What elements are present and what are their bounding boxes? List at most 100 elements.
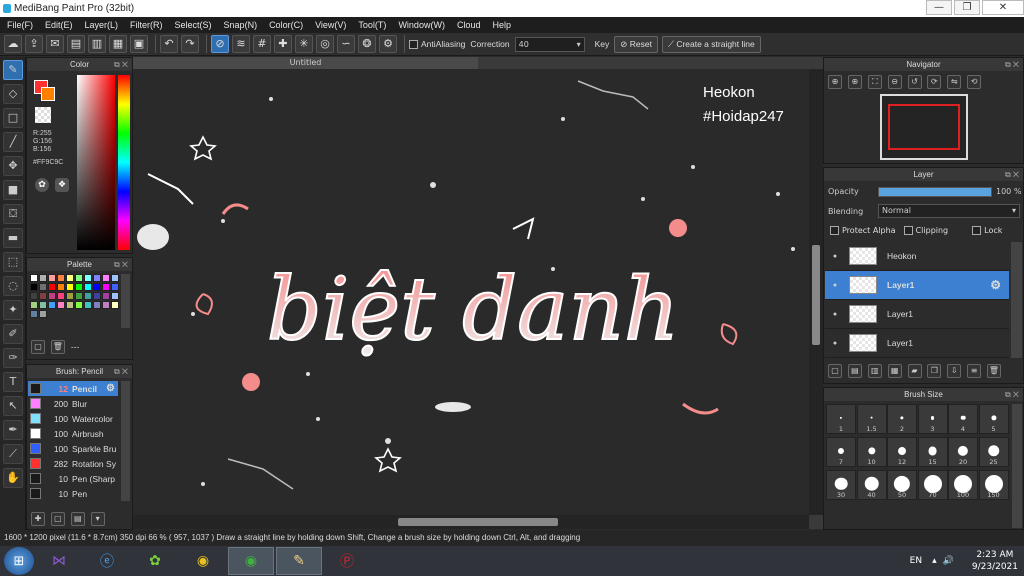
panel-popout-icon[interactable]: ⧉ ✕ xyxy=(1005,168,1019,181)
palette-swatch[interactable] xyxy=(102,283,110,291)
new-folder-icon[interactable]: ▰ xyxy=(907,364,922,378)
panel-popout-icon[interactable]: ⧉ ✕ xyxy=(114,365,128,378)
palette-swatch[interactable] xyxy=(39,274,47,282)
layer-properties-icon[interactable]: ≡ xyxy=(967,364,982,378)
brush-size-cell[interactable]: 40 xyxy=(856,470,887,500)
page-icon[interactable]: ▤ xyxy=(67,35,85,53)
rectangle-tool-icon[interactable]: □ xyxy=(3,108,23,128)
menu-cloud[interactable]: Cloud xyxy=(457,20,481,30)
internet-explorer-taskbar-icon[interactable]: ⓔ xyxy=(84,547,130,575)
lasso-tool-icon[interactable]: ◌ xyxy=(3,276,23,296)
medibang-taskbar-icon[interactable]: ✎ xyxy=(276,547,322,575)
brush-item[interactable]: 10 Pen (Sharp xyxy=(28,471,118,486)
divide-tool-icon[interactable]: ⟋ xyxy=(3,444,23,464)
reset-view-icon[interactable]: ⟲ xyxy=(967,75,982,89)
palette-swatch[interactable] xyxy=(102,292,110,300)
brush-size-cell[interactable]: 4 xyxy=(948,404,978,434)
color-wheel-icon[interactable]: ✿ xyxy=(35,178,49,192)
panel-popout-icon[interactable]: ⧉ ✕ xyxy=(114,58,128,71)
dot-tool-icon[interactable]: ╱ xyxy=(3,132,23,152)
palette-swatch[interactable] xyxy=(66,274,74,282)
magic-wand-tool-icon[interactable]: ✦ xyxy=(3,300,23,320)
brush-size-cell[interactable]: 3 xyxy=(917,404,948,434)
menu-filter[interactable]: Filter(R) xyxy=(130,20,163,30)
palette-swatch[interactable] xyxy=(75,301,83,309)
add-brush-icon[interactable]: ✚ xyxy=(31,512,45,526)
snap-concentric-icon[interactable]: ❂ xyxy=(358,35,376,53)
brush-size-cell[interactable]: 1.5 xyxy=(856,404,887,434)
menu-file[interactable]: File(F) xyxy=(7,20,33,30)
brush-size-cell[interactable]: 2 xyxy=(887,404,917,434)
pinterest-taskbar-icon[interactable]: Ⓟ xyxy=(324,547,370,575)
palette-swatch[interactable] xyxy=(66,301,74,309)
palette-swatch[interactable] xyxy=(66,292,74,300)
tray-arrow-icon[interactable]: ▴ xyxy=(932,556,937,566)
brush-size-cell[interactable]: 15 xyxy=(917,437,948,467)
horizontal-scroll-thumb[interactable] xyxy=(398,518,558,526)
cloud-icon[interactable]: ☁ xyxy=(4,35,22,53)
menu-snap[interactable]: Snap(N) xyxy=(224,20,258,30)
brush-size-scrollbar[interactable] xyxy=(1012,404,1022,528)
eraser-tool-icon[interactable]: ◇ xyxy=(3,84,23,104)
select-pen-tool-icon[interactable]: ✐ xyxy=(3,324,23,344)
brush-size-cell[interactable]: 30 xyxy=(826,470,856,500)
brush-size-cell[interactable]: 10 xyxy=(856,437,887,467)
new-8bit-layer-icon[interactable]: ▥ xyxy=(867,364,882,378)
panel-popout-icon[interactable]: ⧉ ✕ xyxy=(114,258,128,271)
brush-size-cell[interactable]: 100 xyxy=(948,470,978,500)
duplicate-layer-icon[interactable]: ❐ xyxy=(927,364,942,378)
palette-swatch[interactable] xyxy=(84,301,92,309)
brush-item[interactable]: 200 Blur xyxy=(28,396,118,411)
brush-item[interactable]: 282 Rotation Sy xyxy=(28,456,118,471)
visibility-icon[interactable]: ● xyxy=(825,253,845,260)
palette-swatch[interactable] xyxy=(93,283,101,291)
storyboard-icon[interactable]: ▦ xyxy=(109,35,127,53)
brush-size-cell[interactable]: 50 xyxy=(887,470,917,500)
zoom-out-icon[interactable]: ⊖ xyxy=(887,75,902,89)
brush-size-cell[interactable]: 5 xyxy=(978,404,1009,434)
vertical-scroll-thumb[interactable] xyxy=(812,245,820,345)
menu-color[interactable]: Color(C) xyxy=(269,20,303,30)
blending-select[interactable]: Normal ▾ xyxy=(878,204,1020,218)
palette-swatch[interactable] xyxy=(84,292,92,300)
layer-row[interactable]: ● Layer1 xyxy=(825,329,1009,358)
navigator-preview[interactable] xyxy=(880,94,968,160)
palette-swatch[interactable] xyxy=(39,301,47,309)
brush-size-cell[interactable]: 70 xyxy=(917,470,948,500)
layer-row[interactable]: ● Layer1 ⚙ xyxy=(825,271,1009,300)
layer-gear-icon[interactable]: ⚙ xyxy=(990,278,1001,292)
palette-swatch[interactable] xyxy=(30,310,38,318)
panel-popout-icon[interactable]: ⧉ ✕ xyxy=(1005,58,1019,71)
snap-curve-icon[interactable]: ∽ xyxy=(337,35,355,53)
fit-icon[interactable]: ⛶ xyxy=(867,75,882,89)
snap-parallel-icon[interactable]: ≋ xyxy=(232,35,250,53)
palette-swatch[interactable] xyxy=(30,283,38,291)
snap-vanishing-icon[interactable]: ✳ xyxy=(295,35,313,53)
gradient-tool-icon[interactable]: ▬ xyxy=(3,228,23,248)
canvas[interactable]: biệt danh Heokon #Hoidap247 xyxy=(133,69,809,515)
brush-item[interactable]: 100 Sparkle Bru xyxy=(28,441,118,456)
brush-size-cell[interactable]: 7 xyxy=(826,437,856,467)
snap-crisscross-icon[interactable]: ✚ xyxy=(274,35,292,53)
start-button[interactable]: ⊞ xyxy=(4,547,34,575)
horizontal-scrollbar[interactable] xyxy=(133,515,809,529)
palette-swatch[interactable] xyxy=(39,310,47,318)
menu-view[interactable]: View(V) xyxy=(315,20,346,30)
palette-swatch[interactable] xyxy=(75,274,83,282)
palette-swatch[interactable] xyxy=(111,274,119,282)
brush-scrollbar[interactable] xyxy=(121,381,130,501)
palette-swatch[interactable] xyxy=(57,274,65,282)
palette-swatch[interactable] xyxy=(111,301,119,309)
move-tool-icon[interactable]: ✥ xyxy=(3,156,23,176)
palette-swatch[interactable] xyxy=(57,301,65,309)
menu-tool[interactable]: Tool(T) xyxy=(358,20,386,30)
chrome-taskbar-icon[interactable]: ◉ xyxy=(180,547,226,575)
select-eraser-tool-icon[interactable]: ✑ xyxy=(3,348,23,368)
palette-scrollbar[interactable] xyxy=(121,274,130,328)
document-icon[interactable]: ▥ xyxy=(88,35,106,53)
minimize-button[interactable]: — xyxy=(926,0,952,15)
fill-shape-tool-icon[interactable]: ■ xyxy=(3,180,23,200)
brush-size-cell[interactable]: 12 xyxy=(887,437,917,467)
palette-swatch[interactable] xyxy=(84,274,92,282)
palette-swatch[interactable] xyxy=(48,283,56,291)
